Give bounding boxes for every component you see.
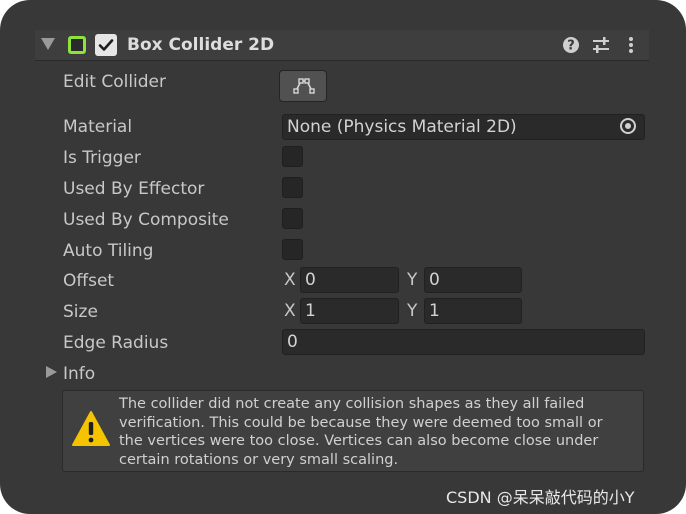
size-y-field[interactable]: 1 xyxy=(424,298,522,324)
used-by-effector-checkbox[interactable] xyxy=(282,177,303,198)
csdn-watermark: CSDN @呆呆敲代码的小Y xyxy=(446,488,635,507)
kebab-menu-icon[interactable] xyxy=(621,35,641,55)
checkmark-icon xyxy=(98,39,114,51)
polygon-edit-icon xyxy=(293,78,315,94)
offset-label: Offset xyxy=(63,271,115,291)
auto-tiling-label: Auto Tiling xyxy=(63,241,154,261)
size-x-field[interactable]: 1 xyxy=(300,298,399,324)
edit-collider-label: Edit Collider xyxy=(63,72,167,92)
warning-line: The collider did not create any collisio… xyxy=(119,396,585,412)
used-by-composite-checkbox[interactable] xyxy=(282,208,303,229)
offset-y-label[interactable]: Y xyxy=(407,268,417,292)
material-label: Material xyxy=(63,117,133,137)
info-foldout-label[interactable]: Info xyxy=(63,363,95,385)
warning-line: certain rotations or very small scaling. xyxy=(119,451,399,468)
used-by-effector-label: Used By Effector xyxy=(63,179,205,199)
info-foldout-arrow-icon[interactable] xyxy=(46,366,57,378)
foldout-arrow-icon[interactable] xyxy=(41,38,55,50)
edit-collider-button[interactable] xyxy=(279,70,327,102)
edge-radius-label: Edge Radius xyxy=(63,333,169,353)
used-by-composite-label: Used By Composite xyxy=(63,210,229,230)
warning-message: The collider did not create any collisio… xyxy=(119,395,635,469)
inspector-panel: Box Collider 2D ? Edit Collider Material xyxy=(0,0,686,514)
help-icon[interactable]: ? xyxy=(561,35,581,55)
size-x-label[interactable]: X xyxy=(284,299,296,323)
offset-x-field[interactable]: 0 xyxy=(300,267,399,293)
auto-tiling-checkbox[interactable] xyxy=(282,239,303,260)
is-trigger-label: Is Trigger xyxy=(63,148,141,168)
edge-radius-field[interactable]: 0 xyxy=(282,329,645,355)
offset-x-label[interactable]: X xyxy=(284,268,296,292)
component-header[interactable]: Box Collider 2D ? xyxy=(35,30,649,61)
offset-y-field[interactable]: 0 xyxy=(424,267,522,293)
presets-sliders-icon[interactable] xyxy=(591,35,611,55)
size-label: Size xyxy=(63,302,98,322)
material-object-field[interactable]: None (Physics Material 2D) xyxy=(282,114,645,140)
component-enabled-checkbox[interactable] xyxy=(95,34,117,56)
box-collider-2d-icon xyxy=(68,36,86,54)
warning-line: verification. This could be because they… xyxy=(119,414,603,431)
size-y-label[interactable]: Y xyxy=(407,299,417,323)
warning-line: the vertices were too close. Vertices ca… xyxy=(119,433,599,449)
svg-text:?: ? xyxy=(567,39,575,54)
warning-help-box: The collider did not create any collisio… xyxy=(62,390,644,472)
warning-triangle-icon xyxy=(72,411,110,446)
component-title: Box Collider 2D xyxy=(127,35,275,55)
is-trigger-checkbox[interactable] xyxy=(282,146,303,167)
object-picker-icon[interactable] xyxy=(620,118,636,134)
